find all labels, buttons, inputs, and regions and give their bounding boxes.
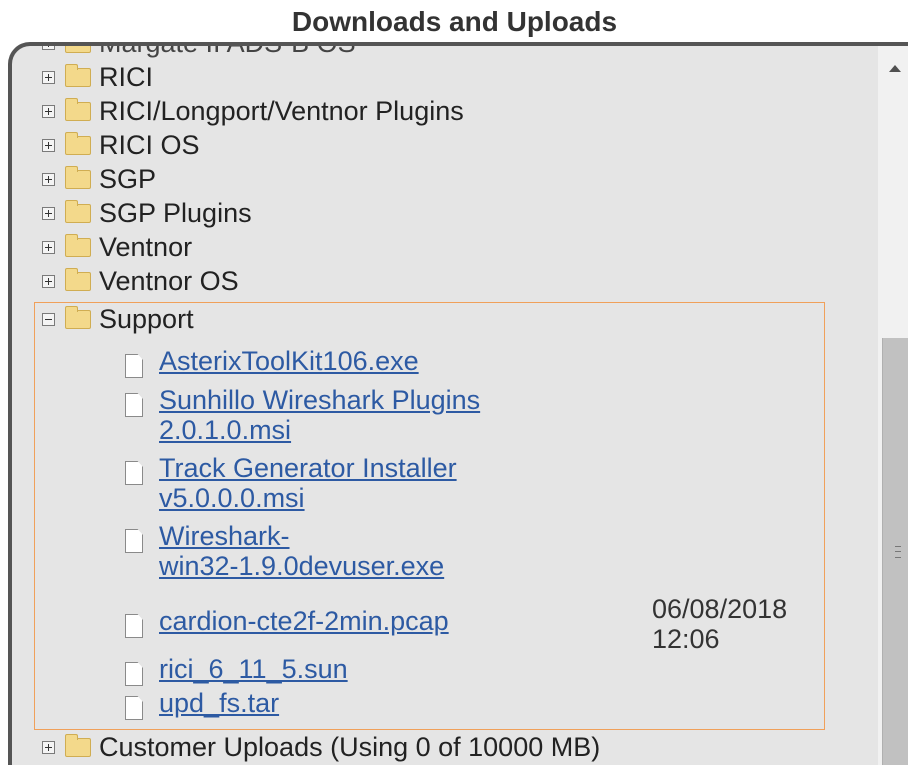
plus-toggle-icon[interactable] bbox=[42, 172, 55, 186]
tree-row-rici[interactable]: RICI bbox=[42, 60, 153, 94]
folder-label[interactable]: Support bbox=[99, 304, 194, 335]
folder-icon bbox=[65, 46, 91, 53]
file-link-continued[interactable]: win32-1.9.0devuser.exe bbox=[159, 551, 444, 581]
file-row[interactable]: cardion-cte2f-2min.pcap bbox=[125, 606, 449, 638]
minus-toggle-icon[interactable] bbox=[42, 312, 55, 326]
file-icon bbox=[125, 614, 143, 638]
file-icon bbox=[125, 393, 143, 417]
folder-icon bbox=[65, 199, 91, 223]
folder-icon bbox=[65, 131, 91, 155]
plus-toggle-icon[interactable] bbox=[42, 206, 55, 220]
folder-label[interactable]: RICI/Longport/Ventnor Plugins bbox=[99, 96, 464, 127]
folder-label[interactable]: Ventnor OS bbox=[99, 266, 239, 297]
tree-row-ventnor-os[interactable]: Ventnor OS bbox=[42, 264, 239, 298]
folder-icon bbox=[65, 63, 91, 87]
date-text: 06/08/2018 bbox=[652, 594, 788, 624]
file-row[interactable]: Sunhillo Wireshark Plugins 2.0.1.0.msi bbox=[125, 385, 480, 445]
plus-toggle-icon[interactable] bbox=[42, 104, 55, 118]
file-link-continued[interactable]: v5.0.0.0.msi bbox=[159, 483, 457, 513]
tree-row-sgp[interactable]: SGP bbox=[42, 162, 156, 196]
file-tree-panel: Margate II ADS-B OS RICI RICI/Longport/V… bbox=[8, 42, 908, 765]
folder-icon bbox=[65, 267, 91, 291]
file-row[interactable]: Wireshark- win32-1.9.0devuser.exe bbox=[125, 521, 444, 581]
plus-toggle-icon[interactable] bbox=[42, 740, 55, 754]
plus-toggle-icon[interactable] bbox=[42, 240, 55, 254]
file-icon bbox=[125, 696, 143, 720]
file-link[interactable]: Wireshark- bbox=[159, 521, 444, 551]
folder-icon bbox=[65, 233, 91, 257]
plus-toggle-icon[interactable] bbox=[42, 46, 55, 50]
file-row[interactable]: upd_fs.tar bbox=[125, 688, 279, 720]
folder-icon bbox=[65, 97, 91, 121]
grip-icon bbox=[895, 546, 901, 558]
folder-label[interactable]: SGP bbox=[99, 164, 156, 195]
tree-row-rici-plugins[interactable]: RICI/Longport/Ventnor Plugins bbox=[42, 94, 464, 128]
folder-label[interactable]: SGP Plugins bbox=[99, 198, 252, 229]
tree-row-partial[interactable]: Margate II ADS-B OS bbox=[42, 46, 356, 60]
plus-toggle-icon[interactable] bbox=[42, 274, 55, 288]
plus-toggle-icon[interactable] bbox=[42, 138, 55, 152]
folder-label[interactable]: RICI bbox=[99, 62, 153, 93]
file-row[interactable]: rici_6_11_5.sun bbox=[125, 654, 348, 686]
tree-row-sgp-plugins[interactable]: SGP Plugins bbox=[42, 196, 252, 230]
tree-row-customer-uploads[interactable]: Customer Uploads (Using 0 of 10000 MB) bbox=[42, 730, 600, 764]
file-link-continued[interactable]: 2.0.1.0.msi bbox=[159, 415, 480, 445]
time-text: 12:06 bbox=[652, 624, 720, 654]
plus-toggle-icon[interactable] bbox=[42, 70, 55, 84]
tree-row-support[interactable]: Support bbox=[42, 302, 194, 336]
folder-icon bbox=[65, 305, 91, 329]
file-link[interactable]: Sunhillo Wireshark Plugins bbox=[159, 385, 480, 415]
folder-label[interactable]: Ventnor bbox=[99, 232, 192, 263]
file-icon bbox=[125, 461, 143, 485]
folder-label[interactable]: RICI OS bbox=[99, 130, 200, 161]
file-row[interactable]: AsterixToolKit106.exe bbox=[125, 346, 419, 378]
file-link[interactable]: rici_6_11_5.sun bbox=[159, 654, 348, 684]
file-link[interactable]: cardion-cte2f-2min.pcap bbox=[159, 606, 449, 636]
scrollbar-thumb[interactable] bbox=[882, 338, 908, 765]
file-modified-date: 06/08/2018 12:06 bbox=[652, 594, 787, 654]
folder-icon bbox=[65, 733, 91, 757]
file-icon bbox=[125, 662, 143, 686]
file-link[interactable]: AsterixToolKit106.exe bbox=[159, 346, 419, 376]
tree-row-rici-os[interactable]: RICI OS bbox=[42, 128, 200, 162]
folder-icon bbox=[65, 165, 91, 189]
file-link[interactable]: Track Generator Installer bbox=[159, 453, 457, 483]
folder-label[interactable]: Margate II ADS-B OS bbox=[99, 46, 356, 59]
tree-row-ventnor[interactable]: Ventnor bbox=[42, 230, 192, 264]
file-icon bbox=[125, 354, 143, 378]
vertical-scrollbar[interactable] bbox=[878, 46, 908, 765]
file-link[interactable]: upd_fs.tar bbox=[159, 688, 279, 718]
folder-label[interactable]: Customer Uploads (Using 0 of 10000 MB) bbox=[99, 732, 600, 763]
page-title: Downloads and Uploads bbox=[291, 6, 618, 37]
file-icon bbox=[125, 529, 143, 553]
file-row[interactable]: Track Generator Installer v5.0.0.0.msi bbox=[125, 453, 457, 513]
scroll-up-arrow-icon[interactable] bbox=[878, 54, 908, 82]
